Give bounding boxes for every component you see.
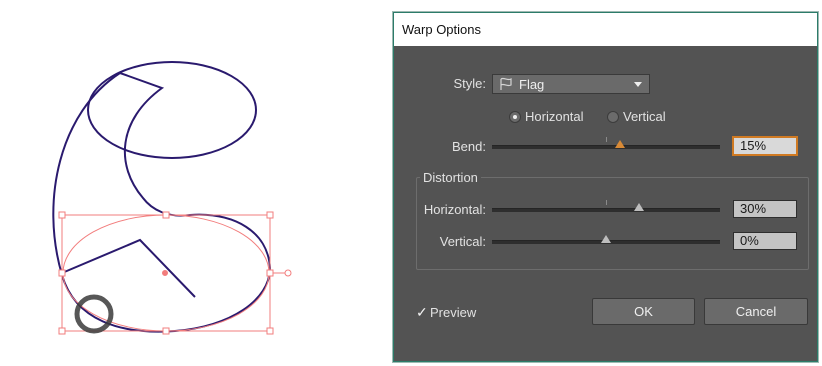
vertical-distortion-label: Vertical: — [439, 234, 486, 249]
horizontal-distortion-slider-track[interactable] — [492, 208, 720, 212]
preview-checkbox[interactable]: ✓ — [416, 304, 428, 321]
bend-value-field[interactable]: 15% — [733, 137, 797, 155]
checkmark-icon: ✓ — [416, 304, 428, 320]
bend-slider-center-tick — [606, 137, 607, 142]
style-value: Flag — [519, 77, 545, 92]
warp-options-dialog: Warp Options Style: Flag Horizontal Vert… — [393, 12, 818, 362]
distortion-group — [416, 177, 809, 270]
style-label: Style: — [453, 76, 486, 91]
dialog-title: Warp Options — [402, 22, 481, 37]
bend-label: Bend: — [452, 139, 486, 154]
bend-slider-thumb[interactable] — [615, 140, 625, 148]
horizontal-distortion-slider-thumb[interactable] — [634, 203, 644, 211]
vertical-radio-label[interactable]: Vertical — [623, 109, 666, 124]
horizontal-distortion-value-field[interactable]: 30% — [733, 200, 797, 218]
horizontal-distortion-label: Horizontal: — [423, 202, 486, 217]
vertical-distortion-slider-thumb[interactable] — [601, 235, 611, 243]
horizontal-radio[interactable] — [509, 111, 521, 123]
horizontal-radio-label[interactable]: Horizontal — [525, 109, 584, 124]
radio-dot — [513, 115, 517, 119]
vertical-radio[interactable] — [607, 111, 619, 123]
horizontal-distortion-center-tick — [606, 200, 607, 205]
dialog-title-bar[interactable]: Warp Options — [394, 13, 817, 46]
bend-slider-track[interactable] — [492, 145, 720, 149]
style-dropdown[interactable]: Flag — [492, 74, 650, 94]
vertical-distortion-value-field[interactable]: 0% — [733, 232, 797, 250]
warped-path-artwork[interactable] — [52, 61, 272, 333]
flag-icon — [499, 77, 513, 94]
preview-label[interactable]: Preview — [430, 305, 476, 320]
distortion-group-label: Distortion — [420, 170, 481, 185]
cancel-button[interactable]: Cancel — [704, 298, 808, 325]
artboard-canvas[interactable] — [0, 0, 380, 366]
ok-button[interactable]: OK — [592, 298, 695, 325]
chevron-down-icon — [634, 82, 642, 87]
